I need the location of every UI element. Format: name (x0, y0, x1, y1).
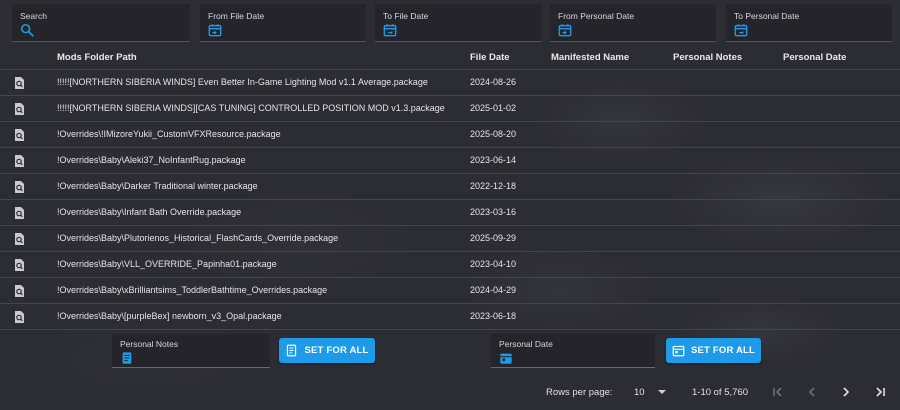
chevron-right-icon (843, 387, 850, 397)
notes-icon (122, 352, 132, 364)
next-page-button[interactable] (836, 382, 856, 402)
personal-notes-bulk-label: Personal Notes (120, 339, 179, 349)
table-body: !!!!![NORTHERN SIBERIA WINDS] Even Bette… (0, 70, 900, 330)
document-search-icon[interactable] (14, 311, 25, 323)
personal-date-bulk-field[interactable]: Personal Date (491, 334, 655, 368)
document-search-icon[interactable] (14, 233, 25, 245)
calendar-icon (672, 345, 685, 357)
to-file-date-label: To File Date (383, 11, 429, 21)
document-search-icon[interactable] (14, 103, 25, 115)
first-page-icon (773, 387, 782, 397)
document-search-icon[interactable] (14, 207, 25, 219)
search-field[interactable]: Search (12, 4, 190, 42)
calendar-end-icon (383, 24, 397, 37)
mod-path: !Overrides\Baby\Darker Traditional winte… (57, 181, 258, 191)
table-row[interactable]: !Overrides\Baby\[purpleBex] newborn_v3_O… (0, 304, 900, 330)
rows-per-page-label: Rows per page: (546, 387, 613, 398)
previous-page-button[interactable] (802, 382, 822, 402)
table-header: Mods Folder Path File Date Manifested Na… (0, 44, 900, 70)
file-date: 2023-06-18 (470, 311, 517, 321)
column-header-personal-notes[interactable]: Personal Notes (673, 52, 742, 63)
mod-path: !Overrides\Baby\Aleki37_NoInfantRug.pack… (57, 155, 246, 165)
table-row[interactable]: !Overrides\!IMizoreYukii_CustomVFXResour… (0, 122, 900, 148)
search-label: Search (20, 11, 47, 21)
column-header-personal-date[interactable]: Personal Date (783, 52, 846, 63)
file-date: 2023-06-14 (470, 155, 517, 165)
file-date: 2023-03-16 (470, 207, 517, 217)
to-personal-date-label: To Personal Date (734, 11, 800, 21)
page-range: 1-10 of 5,760 (692, 387, 748, 398)
mod-path: !Overrides\Baby\VLL_OVERRIDE_Papinha01.p… (57, 259, 277, 269)
last-page-icon (876, 387, 885, 397)
document-search-icon[interactable] (14, 259, 25, 271)
last-page-button[interactable] (870, 382, 890, 402)
calendar-end-icon (734, 24, 748, 37)
chevron-down-icon (658, 390, 666, 394)
rows-per-page-value: 10 (634, 387, 645, 398)
file-date: 2025-08-20 (470, 129, 517, 139)
from-personal-date-label: From Personal Date (558, 11, 635, 21)
table-row[interactable]: !!!!![NORTHERN SIBERIA WINDS][CAS TUNING… (0, 96, 900, 122)
notes-icon (287, 344, 297, 357)
file-date: 2023-04-10 (470, 259, 517, 269)
pagination: Rows per page: 10 1-10 of 5,760 (0, 378, 900, 406)
from-file-date-field[interactable]: From File Date (200, 4, 366, 42)
filter-bar: Search From File Date To File Date From … (12, 4, 892, 42)
document-search-icon[interactable] (14, 77, 25, 89)
set-notes-for-all-label: SET FOR ALL (304, 345, 369, 356)
mod-path: !!!!![NORTHERN SIBERIA WINDS] Even Bette… (57, 77, 428, 87)
table-row[interactable]: !Overrides\Baby\Aleki37_NoInfantRug.pack… (0, 148, 900, 174)
to-personal-date-field[interactable]: To Personal Date (726, 4, 892, 42)
from-file-date-label: From File Date (208, 11, 265, 21)
table-row[interactable]: !Overrides\Baby\Darker Traditional winte… (0, 174, 900, 200)
first-page-button[interactable] (768, 382, 788, 402)
document-search-icon[interactable] (14, 155, 25, 167)
document-search-icon[interactable] (14, 181, 25, 193)
calendar-start-icon (208, 24, 222, 37)
mod-path: !Overrides\Baby\Infant Bath Override.pac… (57, 207, 242, 217)
document-search-icon[interactable] (14, 285, 25, 297)
file-date: 2025-09-29 (470, 233, 517, 243)
column-header-file-date[interactable]: File Date (470, 52, 510, 63)
column-header-path[interactable]: Mods Folder Path (57, 52, 137, 63)
mod-path: !Overrides\Baby\Plutorienos_Historical_F… (57, 233, 339, 243)
calendar-icon (500, 353, 512, 364)
personal-date-bulk-label: Personal Date (499, 339, 553, 349)
table-row[interactable]: !Overrides\Baby\VLL_OVERRIDE_Papinha01.p… (0, 252, 900, 278)
file-date: 2024-04-29 (470, 285, 517, 295)
mod-path: !Overrides\Baby\[purpleBex] newborn_v3_O… (57, 311, 282, 321)
from-personal-date-field[interactable]: From Personal Date (550, 4, 716, 42)
mod-path: !!!!![NORTHERN SIBERIA WINDS][CAS TUNING… (57, 103, 445, 113)
set-date-for-all-button[interactable]: SET FOR ALL (666, 338, 761, 363)
personal-notes-bulk-field[interactable]: Personal Notes (112, 334, 270, 368)
table-row[interactable]: !Overrides\Baby\Plutorienos_Historical_F… (0, 226, 900, 252)
mod-path: !Overrides\!IMizoreYukii_CustomVFXResour… (57, 129, 281, 139)
file-date: 2024-08-26 (470, 77, 517, 87)
to-file-date-field[interactable]: To File Date (375, 4, 541, 42)
table-row[interactable]: !!!!![NORTHERN SIBERIA WINDS] Even Bette… (0, 70, 900, 96)
document-search-icon[interactable] (14, 129, 25, 141)
set-notes-for-all-button[interactable]: SET FOR ALL (279, 338, 375, 363)
rows-per-page-select[interactable]: 10 (626, 383, 670, 401)
mod-path: !Overrides\Baby\xBrilliantsims_ToddlerBa… (57, 285, 328, 295)
chevron-left-icon (808, 387, 815, 397)
table-row[interactable]: !Overrides\Baby\Infant Bath Override.pac… (0, 200, 900, 226)
set-date-for-all-label: SET FOR ALL (690, 345, 756, 356)
table-row[interactable]: !Overrides\Baby\xBrilliantsims_ToddlerBa… (0, 278, 900, 304)
file-date: 2022-12-18 (470, 181, 517, 191)
column-header-manifested-name[interactable]: Manifested Name (551, 52, 629, 63)
calendar-start-icon (558, 24, 572, 37)
search-icon (20, 23, 34, 37)
file-date: 2025-01-02 (470, 103, 517, 113)
